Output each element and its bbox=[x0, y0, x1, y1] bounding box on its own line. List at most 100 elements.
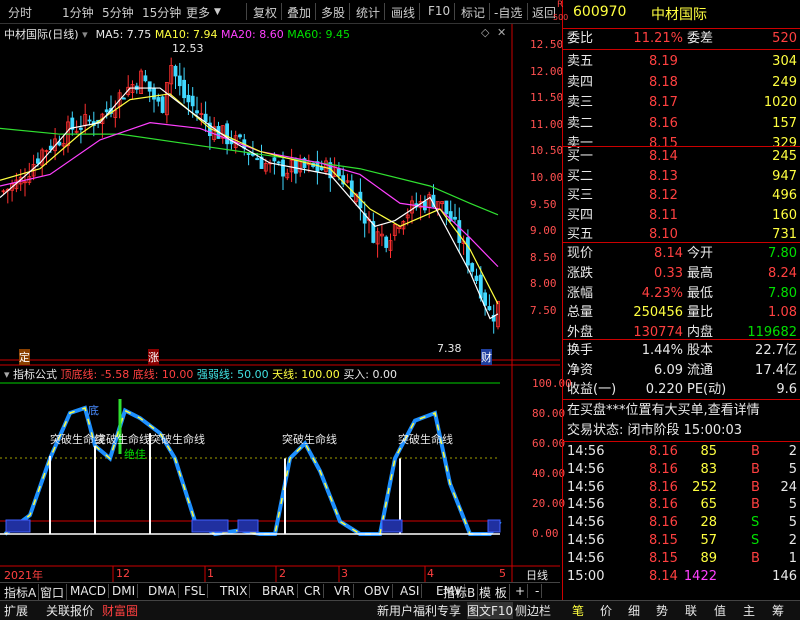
candle-body bbox=[293, 158, 298, 174]
badge-num: 500 bbox=[553, 13, 569, 22]
duogu-button[interactable]: 多股 bbox=[321, 4, 345, 21]
indicator-tab[interactable]: MACD bbox=[68, 584, 109, 598]
stat2-row: 收益(一) 0.220 PE(动) 9.6 bbox=[563, 380, 800, 400]
label: 最低 bbox=[687, 285, 714, 301]
candle-body bbox=[470, 263, 475, 272]
bottom-tab[interactable]: 细 bbox=[628, 602, 640, 619]
bottom-tab[interactable]: 笔 bbox=[572, 602, 584, 619]
ma20-label: MA20: 8.60 bbox=[221, 28, 284, 41]
x-label: 12 bbox=[116, 567, 130, 580]
bottom-tab[interactable]: 势 bbox=[656, 602, 668, 619]
diamond-icon[interactable]: ◇ bbox=[481, 26, 489, 39]
ask-price: 8.17 bbox=[649, 95, 678, 110]
expand-button[interactable]: 扩展 bbox=[4, 602, 28, 619]
indicator-tick: 60.00 bbox=[532, 437, 566, 450]
ma10-line bbox=[0, 93, 499, 305]
tab-15min[interactable]: 15分钟 bbox=[142, 4, 181, 21]
candle-body bbox=[336, 168, 341, 177]
bottom-tab[interactable]: 价 bbox=[600, 602, 612, 619]
diejia-button[interactable]: 叠加 bbox=[287, 4, 311, 21]
label: 最高 bbox=[687, 265, 714, 281]
stat-value: 0.220 bbox=[645, 382, 683, 397]
indicator-tab[interactable]: FSL bbox=[182, 584, 208, 598]
indicator-tab[interactable]: DMI bbox=[110, 584, 139, 598]
indicator-tab[interactable]: 窗口 bbox=[38, 584, 68, 601]
tab-5min[interactable]: 5分钟 bbox=[102, 4, 134, 21]
close-icon[interactable]: ✕ bbox=[497, 26, 506, 39]
welfare-link[interactable]: 新用户福利专享 bbox=[377, 602, 461, 619]
indicator-tab[interactable]: VR bbox=[332, 584, 354, 598]
candle-body bbox=[203, 113, 208, 122]
f10-button[interactable]: F10 bbox=[428, 4, 450, 18]
indicator-tab[interactable]: TRIX bbox=[218, 584, 251, 598]
bottom-tab[interactable]: 主 bbox=[743, 602, 755, 619]
best-label: 绝佳 bbox=[124, 448, 146, 461]
fuquan-button[interactable]: 复权 bbox=[253, 4, 277, 21]
more-chevron-icon[interactable]: ▼ bbox=[214, 7, 221, 17]
qiangruo-label: 强弱线: 50.00 bbox=[196, 368, 269, 381]
stat-row: 涨幅 4.23% 最低 7.80 bbox=[563, 284, 800, 304]
stat-value: 17.4亿 bbox=[755, 362, 797, 378]
tag-cai[interactable]: 财 bbox=[481, 349, 492, 365]
ask-price: 8.18 bbox=[649, 74, 678, 90]
indicator-tab[interactable]: BRAR bbox=[260, 584, 298, 598]
candle-body bbox=[276, 161, 281, 164]
x-label: 3 bbox=[341, 567, 348, 580]
quote-panel: R 500 600970 中材国际 委比 11.21% 委差 520 卖五 8.19 304… bbox=[553, 0, 800, 600]
candle-body bbox=[190, 95, 195, 107]
bottom-block bbox=[381, 519, 403, 533]
indicator-tab[interactable]: - bbox=[533, 584, 543, 598]
chevron-icon[interactable]: ▾ bbox=[82, 28, 92, 41]
price-tick: 7.50 bbox=[530, 304, 557, 317]
candle-body bbox=[87, 119, 92, 122]
tag-zhang[interactable]: 涨 bbox=[148, 349, 159, 365]
indicator-tab[interactable]: DMA bbox=[146, 584, 179, 598]
indicator-tab[interactable]: 模 板 bbox=[477, 584, 510, 601]
high-mark: 12.53 bbox=[172, 42, 204, 55]
indicator-tab[interactable]: OBV bbox=[362, 584, 393, 598]
biaoji-button[interactable]: 标记 bbox=[461, 4, 485, 21]
indicator-title[interactable]: 指标公式 bbox=[13, 368, 57, 381]
ask-volume: 249 bbox=[772, 74, 797, 90]
stat-row: 现价 8.14 今开 7.80 bbox=[563, 244, 800, 264]
indicator-tab[interactable]: CR bbox=[302, 584, 324, 598]
candle-body bbox=[422, 201, 427, 211]
candle-body bbox=[177, 75, 182, 87]
status-row: 交易状态: 闭市阶段 15:00:03 bbox=[563, 421, 800, 441]
f10-tab-button[interactable]: 图文F10 bbox=[467, 602, 514, 619]
mairu-label: 买入: 0.00 bbox=[343, 368, 398, 381]
huaxian-button[interactable]: 画线 bbox=[391, 4, 415, 21]
candle-body bbox=[182, 79, 187, 99]
toolbar: 分时 1分钟 5分钟 15分钟 更多 ▼ 复权 叠加 多股 统计 画线 F10 … bbox=[0, 0, 560, 24]
stock-header: R 500 600970 中材国际 bbox=[553, 0, 800, 28]
bottom-tab[interactable]: 值 bbox=[714, 602, 726, 619]
tag-ding[interactable]: 定 bbox=[19, 349, 30, 365]
period-label[interactable]: 日线 bbox=[526, 567, 548, 583]
tab-more[interactable]: 更多 bbox=[186, 4, 210, 21]
ask-price: 8.19 bbox=[649, 54, 678, 69]
indicator-blue-line bbox=[3, 405, 502, 537]
candle-body bbox=[457, 220, 462, 243]
label: 买四 bbox=[567, 207, 594, 223]
related-quote-button[interactable]: 关联报价 bbox=[46, 602, 94, 619]
label: 委差 bbox=[687, 31, 714, 46]
candle-body bbox=[474, 275, 479, 281]
tab-fenshi[interactable]: 分时 bbox=[8, 4, 32, 21]
stat-value: 22.7亿 bbox=[755, 343, 797, 358]
breakout-label: 突破生命线 bbox=[398, 433, 453, 446]
indicator-tab[interactable]: ASI bbox=[398, 584, 423, 598]
indicator-tab[interactable]: 指标B bbox=[441, 584, 479, 601]
candle-body bbox=[147, 81, 152, 92]
chevron-down-icon[interactable]: ▾ bbox=[4, 368, 10, 381]
bottom-tab[interactable]: 联 bbox=[685, 602, 697, 619]
label: 收益(一) bbox=[567, 382, 617, 397]
fortune-circle-button[interactable]: 财富圈 bbox=[102, 602, 138, 619]
zixuan-button[interactable]: -自选 bbox=[494, 4, 522, 21]
sidebar-button[interactable]: 侧边栏 bbox=[515, 602, 551, 619]
ma5-label: MA5: 7.75 bbox=[95, 28, 152, 41]
indicator-tab[interactable]: + bbox=[513, 584, 529, 598]
indicator-tab[interactable]: 指标A bbox=[2, 584, 40, 601]
tongji-button[interactable]: 统计 bbox=[356, 4, 380, 21]
bottom-tab[interactable]: 筹 bbox=[772, 602, 784, 619]
tab-1min[interactable]: 1分钟 bbox=[62, 4, 94, 21]
